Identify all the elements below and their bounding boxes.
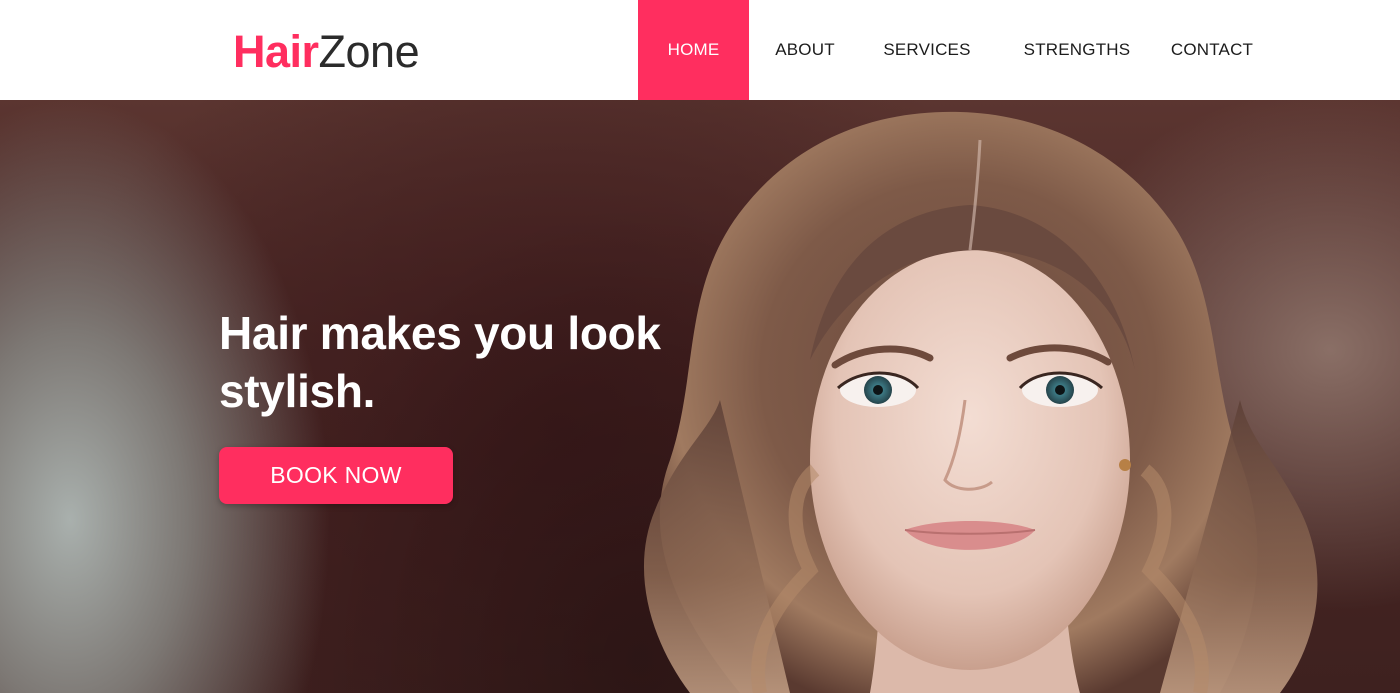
nav-services[interactable]: SERVICES [872, 0, 982, 100]
site-header: HairZone HOME ABOUT SERVICES STRENGTHS C… [0, 0, 1400, 100]
nav-home[interactable]: HOME [638, 0, 749, 100]
nav-contact[interactable]: CONTACT [1158, 0, 1266, 100]
book-now-button[interactable]: BOOK NOW [219, 447, 453, 504]
nav-about[interactable]: ABOUT [760, 0, 850, 100]
hero-banner: Hair makes you look stylish. BOOK NOW [0, 100, 1400, 693]
logo[interactable]: HairZone [233, 26, 420, 78]
logo-part-zone: Zone [318, 26, 420, 77]
hero-headline: Hair makes you look stylish. [219, 307, 661, 417]
nav-strengths[interactable]: STRENGTHS [1012, 0, 1142, 100]
logo-part-hair: Hair [233, 26, 319, 77]
